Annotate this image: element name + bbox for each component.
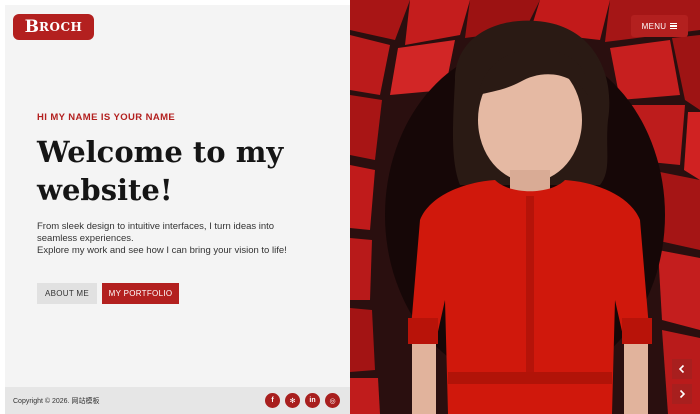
hero-image: MENU	[350, 0, 700, 414]
chevron-left-icon	[678, 364, 685, 374]
linkedin-icon[interactable]: in	[305, 393, 320, 408]
footer: Copyright © 2026. 网站模板 f ✻ in ◎	[5, 387, 350, 414]
menu-label: MENU	[641, 21, 667, 31]
woman-in-red-dress-image	[350, 0, 700, 414]
hamburger-icon	[670, 22, 678, 30]
description-line-2: seamless experiences.	[37, 233, 134, 244]
slider-next-button[interactable]	[672, 384, 692, 404]
brand-logo[interactable]: B ROCH	[13, 14, 94, 40]
hero-description: From sleek design to intuitive interface…	[37, 221, 337, 257]
headline-line-2: website!	[37, 173, 173, 207]
description-line-3: Explore my work and see how I can bring …	[37, 245, 287, 256]
description-line-1: From sleek design to intuitive interface…	[37, 221, 275, 232]
chevron-right-icon	[679, 389, 686, 399]
facebook-icon[interactable]: f	[265, 393, 280, 408]
about-me-button[interactable]: ABOUT ME	[37, 283, 97, 304]
instagram-icon[interactable]: ◎	[325, 393, 340, 408]
slider-prev-button[interactable]	[672, 359, 692, 379]
logo-text: ROCH	[39, 20, 83, 34]
my-portfolio-button[interactable]: MY PORTFOLIO	[102, 283, 179, 304]
social-links: f ✻ in ◎	[265, 393, 340, 408]
hero-eyebrow: HI MY NAME IS YOUR NAME	[37, 112, 176, 123]
copyright-text: Copyright © 2026. 网站模板	[13, 397, 100, 405]
hero-panel: B ROCH HI MY NAME IS YOUR NAME Welcome t…	[0, 0, 350, 414]
menu-button[interactable]: MENU	[631, 15, 688, 37]
headline-line-1: Welcome to my	[37, 135, 284, 169]
yelp-icon[interactable]: ✻	[285, 393, 300, 408]
logo-initial: B	[24, 17, 40, 37]
hero-headline: Welcome to my website!	[37, 133, 337, 209]
